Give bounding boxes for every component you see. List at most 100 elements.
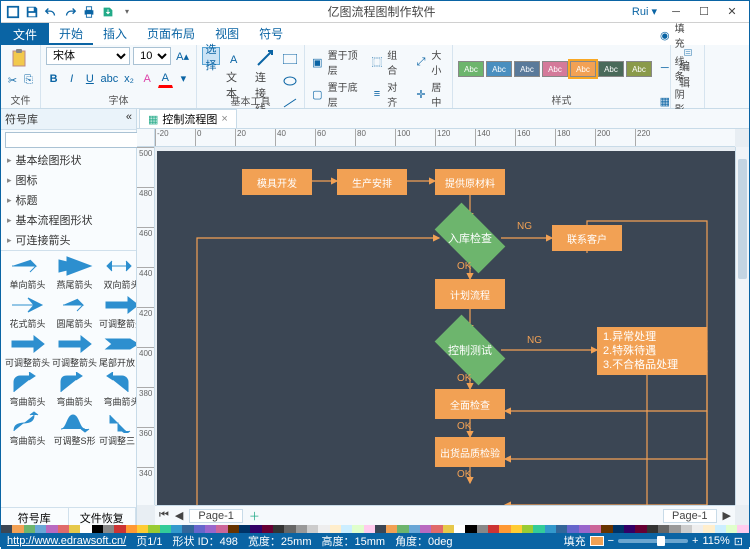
color-swatch[interactable] <box>669 525 680 533</box>
font-family-select[interactable]: 宋体 <box>46 47 130 65</box>
shape-item[interactable]: 可调整S形 <box>52 411 97 447</box>
select-tool[interactable]: 选择 <box>202 47 220 65</box>
zoom-in-icon[interactable]: + <box>692 535 698 547</box>
grow-font-icon[interactable]: A▴ <box>174 47 191 65</box>
group-icon[interactable]: ⿴ <box>370 53 385 71</box>
node-process[interactable]: 提供原材料 <box>435 169 505 195</box>
font-size-select[interactable]: 10 <box>133 47 171 65</box>
size-icon[interactable]: ⤢ <box>414 53 429 71</box>
color-swatch[interactable] <box>613 525 624 533</box>
color-swatch[interactable] <box>262 525 273 533</box>
zoom-slider[interactable] <box>618 539 688 543</box>
color-swatch[interactable] <box>409 525 420 533</box>
underline-icon[interactable]: U <box>82 70 97 88</box>
color-swatch[interactable] <box>46 525 57 533</box>
color-swatch-bar[interactable] <box>1 525 749 533</box>
color-swatch[interactable] <box>488 525 499 533</box>
shape-item[interactable]: 燕尾箭头 <box>52 255 97 291</box>
color-swatch[interactable] <box>148 525 159 533</box>
color-swatch[interactable] <box>681 525 692 533</box>
close-tab-icon[interactable]: × <box>221 113 227 125</box>
file-tab[interactable]: 文件 <box>1 23 49 45</box>
color-swatch[interactable] <box>397 525 408 533</box>
color-swatch[interactable] <box>511 525 522 533</box>
subscript-icon[interactable]: x₂ <box>121 70 136 88</box>
style-swatch[interactable]: Abc <box>542 61 568 77</box>
shape-item[interactable]: 弯曲箭头 <box>99 372 136 408</box>
export-icon[interactable] <box>100 4 116 20</box>
send-back-icon[interactable]: ▢ <box>310 85 325 103</box>
color-swatch[interactable] <box>160 525 171 533</box>
user-label[interactable]: Rui ▾ <box>628 5 661 18</box>
color-swatch[interactable] <box>69 525 80 533</box>
node-process[interactable]: 联系客户 <box>552 225 622 251</box>
color-swatch[interactable] <box>216 525 227 533</box>
category-item[interactable]: 图标 <box>1 170 136 190</box>
color-swatch[interactable] <box>590 525 601 533</box>
color-swatch[interactable] <box>12 525 23 533</box>
color-swatch[interactable] <box>228 525 239 533</box>
color-swatch[interactable] <box>567 525 578 533</box>
style-swatch[interactable]: Abc <box>598 61 624 77</box>
color-swatch[interactable] <box>579 525 590 533</box>
color-swatch[interactable] <box>522 525 533 533</box>
close-button[interactable]: ✕ <box>719 3 745 21</box>
color-swatch[interactable] <box>80 525 91 533</box>
shape-item[interactable]: 弯曲箭头 <box>52 372 97 408</box>
page-tab[interactable]: Page-1 <box>189 509 242 523</box>
color-swatch[interactable] <box>499 525 510 533</box>
redo-icon[interactable] <box>62 4 78 20</box>
highlight-icon[interactable]: A <box>140 70 155 88</box>
bring-front-icon[interactable]: ▣ <box>310 53 325 71</box>
category-item[interactable]: 基本流程图形状 <box>1 210 136 230</box>
sidebar-collapse-icon[interactable]: « <box>126 111 132 127</box>
color-swatch[interactable] <box>703 525 714 533</box>
search-input[interactable] <box>5 132 143 148</box>
color-swatch[interactable] <box>92 525 103 533</box>
bold-icon[interactable]: B <box>46 70 61 88</box>
color-swatch[interactable] <box>715 525 726 533</box>
document-tab[interactable]: ▦控制流程图× <box>139 109 237 128</box>
color-swatch[interactable] <box>556 525 567 533</box>
shape-item[interactable]: 可调整箭头 <box>99 294 136 330</box>
maximize-button[interactable]: ☐ <box>691 3 717 21</box>
color-swatch[interactable] <box>24 525 35 533</box>
category-item[interactable]: 标题 <box>1 190 136 210</box>
print-icon[interactable] <box>81 4 97 20</box>
color-swatch[interactable] <box>296 525 307 533</box>
ellipse-shape-icon[interactable] <box>281 72 299 90</box>
status-fill-swatch[interactable] <box>590 536 604 546</box>
node-process[interactable]: 生产安排 <box>337 169 407 195</box>
color-swatch[interactable] <box>737 525 748 533</box>
color-swatch[interactable] <box>35 525 46 533</box>
color-swatch[interactable] <box>465 525 476 533</box>
color-swatch[interactable] <box>330 525 341 533</box>
undo-icon[interactable] <box>43 4 59 20</box>
category-item[interactable]: 可连接箭头 <box>1 230 136 250</box>
sidebar-tab-recovery[interactable]: 文件恢复 <box>69 508 137 525</box>
tab-layout[interactable]: 页面布局 <box>137 23 205 45</box>
style-swatch[interactable]: Abc <box>570 61 596 77</box>
node-process[interactable]: 全面检查 <box>435 389 505 419</box>
qat-more-icon[interactable]: ▾ <box>119 4 135 20</box>
tab-symbols[interactable]: 符号 <box>249 23 293 45</box>
color-swatch[interactable] <box>431 525 442 533</box>
fit-page-icon[interactable]: ⊡ <box>734 535 743 548</box>
color-swatch[interactable] <box>318 525 329 533</box>
color-swatch[interactable] <box>477 525 488 533</box>
scrollbar-thumb[interactable] <box>738 159 747 279</box>
color-swatch[interactable] <box>250 525 261 533</box>
paste-button[interactable] <box>6 47 32 69</box>
shape-item[interactable]: 双向箭头 <box>99 255 136 291</box>
color-swatch[interactable] <box>658 525 669 533</box>
next-page-icon[interactable]: ▶ <box>723 509 731 522</box>
more-font-icon[interactable]: ▾ <box>176 70 191 88</box>
color-swatch[interactable] <box>726 525 737 533</box>
font-color-icon[interactable]: A <box>158 70 173 88</box>
style-swatch[interactable]: Abc <box>626 61 652 77</box>
color-swatch[interactable] <box>205 525 216 533</box>
color-swatch[interactable] <box>386 525 397 533</box>
rect-shape-icon[interactable] <box>281 50 299 68</box>
node-list[interactable]: 1.异常处理2.特殊待遇3.不合格品处理 <box>597 327 707 375</box>
fill-icon[interactable]: ◉ <box>658 26 672 44</box>
